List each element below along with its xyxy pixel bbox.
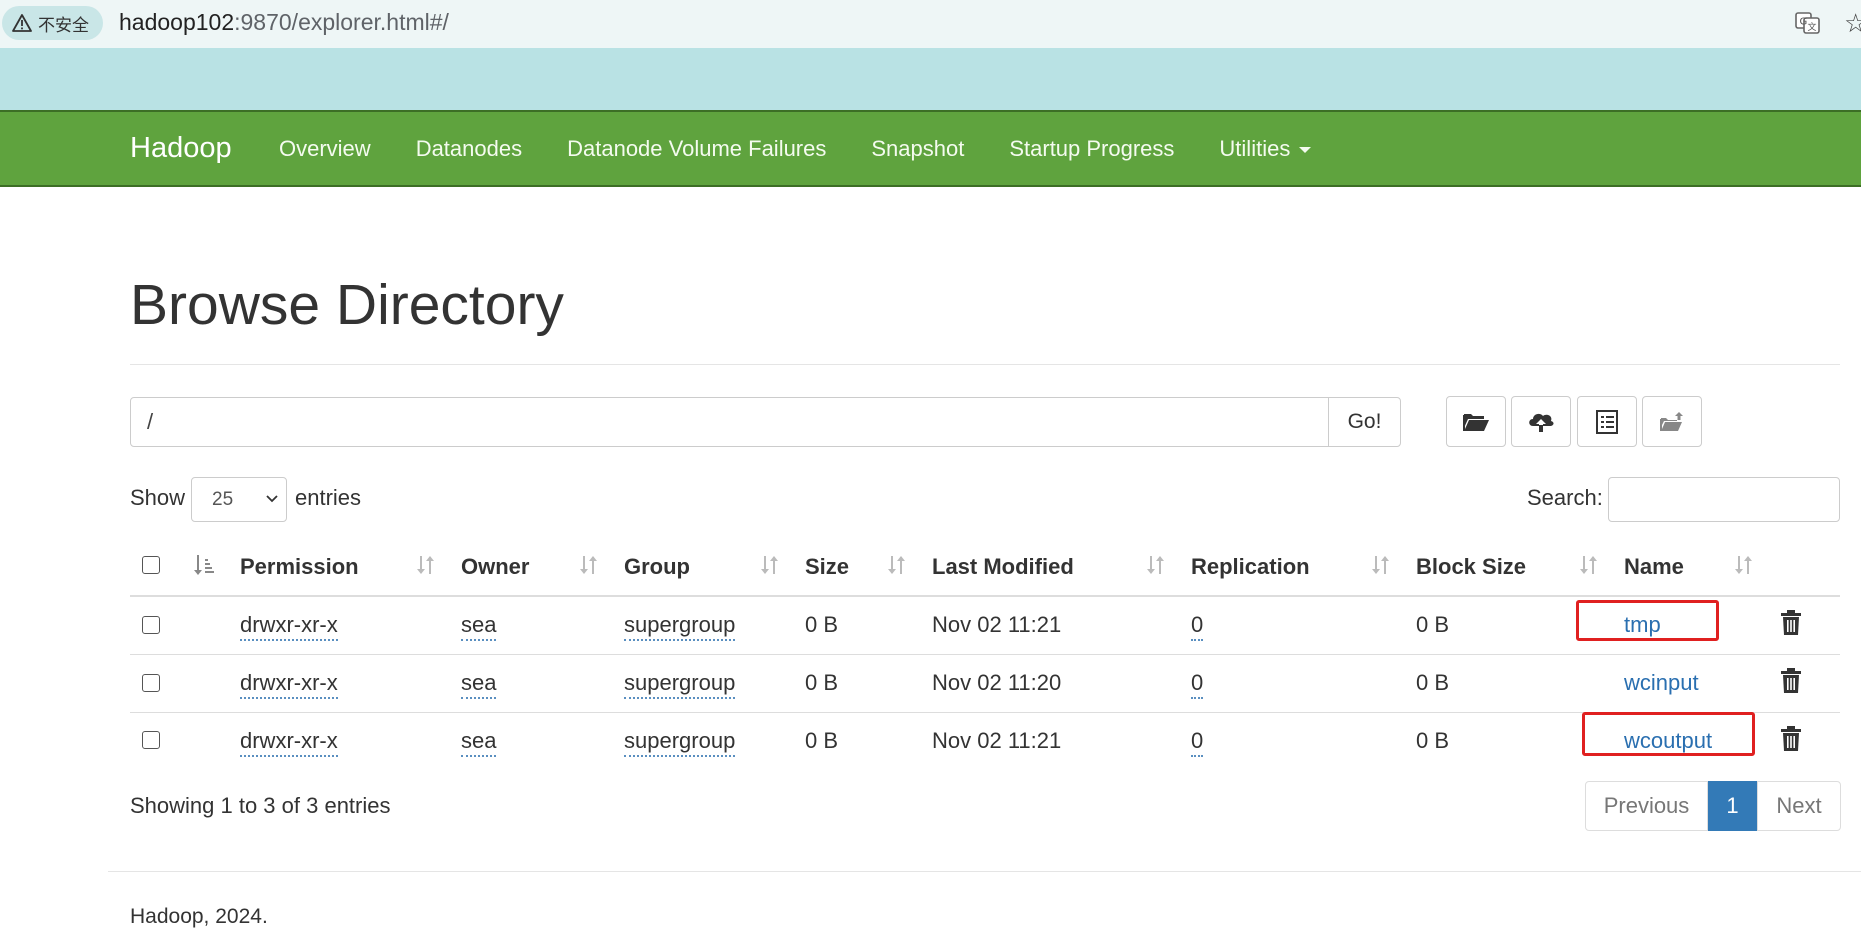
directory-link-wcinput[interactable]: wcinput [1624, 670, 1699, 696]
url-host: hadoop102 [119, 9, 235, 35]
url-path: :9870/explorer.html#/ [234, 9, 449, 35]
bookmark-star-icon[interactable]: ☆ [1844, 8, 1861, 39]
url-text[interactable]: hadoop102:9870/explorer.html#/ [119, 9, 449, 36]
table-header-divider [130, 595, 1840, 597]
warning-icon [12, 14, 32, 32]
size-cell: 0 B [805, 612, 839, 637]
permission-cell[interactable]: drwxr-xr-x [240, 612, 338, 641]
sort-icon[interactable] [887, 553, 907, 577]
create-directory-button[interactable] [1446, 396, 1506, 447]
show-label: Show [130, 485, 186, 510]
folder-move-icon [1660, 411, 1683, 431]
replication-cell[interactable]: 0 [1191, 728, 1204, 757]
search-input[interactable] [1608, 477, 1840, 522]
group-cell[interactable]: supergroup [624, 728, 736, 757]
column-header-permission[interactable]: Permission [240, 554, 359, 580]
sort-icon[interactable] [1146, 553, 1166, 577]
svg-text:G: G [1800, 17, 1808, 28]
security-label: 不安全 [38, 15, 89, 35]
permission-cell[interactable]: drwxr-xr-x [240, 728, 338, 757]
nav-utilities-label: Utilities [1219, 136, 1291, 161]
row-checkbox[interactable] [142, 731, 160, 749]
column-header-owner[interactable]: Owner [461, 554, 529, 580]
entries-per-page-select[interactable]: 25 [191, 477, 287, 522]
replication-cell[interactable]: 0 [1191, 670, 1204, 699]
sort-icon[interactable] [760, 553, 780, 577]
modified-cell: Nov 02 11:21 [932, 728, 1062, 753]
folder-open-icon [1463, 413, 1489, 431]
directory-path-input[interactable] [130, 397, 1329, 447]
select-all-checkbox[interactable] [142, 556, 160, 574]
column-header-name[interactable]: Name [1624, 554, 1684, 580]
sort-icon[interactable] [1734, 553, 1754, 577]
upload-files-button[interactable] [1511, 396, 1571, 447]
entries-select-value: 25 [212, 488, 234, 510]
trash-icon[interactable] [1780, 610, 1802, 636]
column-header-replication[interactable]: Replication [1191, 554, 1310, 580]
owner-cell[interactable]: sea [461, 728, 497, 757]
trash-icon[interactable] [1780, 668, 1802, 694]
modified-cell: Nov 02 11:21 [932, 612, 1062, 637]
sort-icon[interactable] [1579, 553, 1599, 577]
cut-paste-button[interactable] [1577, 396, 1637, 447]
nav-links: Overview Datanodes Datanode Volume Failu… [279, 136, 1312, 162]
search-label: Search: [1527, 485, 1603, 510]
block-size-cell: 0 B [1416, 728, 1450, 753]
column-header-group[interactable]: Group [624, 554, 690, 580]
nav-datanodes[interactable]: Datanodes [416, 136, 522, 162]
row-checkbox[interactable] [142, 674, 160, 692]
footer-divider [108, 871, 1861, 872]
sort-icon[interactable] [579, 553, 599, 577]
sort-amount-icon[interactable] [194, 553, 214, 577]
nav-snapshot[interactable]: Snapshot [871, 136, 964, 162]
sort-icon[interactable] [1371, 553, 1391, 577]
previous-page-button[interactable]: Previous [1585, 781, 1708, 831]
list-alt-icon [1596, 409, 1618, 434]
entries-label: entries [295, 485, 362, 510]
address-bar[interactable]: 不安全 hadoop102:9870/explorer.html#/ G 文 ☆ [0, 0, 1861, 48]
replication-cell[interactable]: 0 [1191, 612, 1204, 641]
top-navbar: Hadoop Overview Datanodes Datanode Volum… [0, 110, 1861, 187]
cloud-upload-icon [1529, 413, 1554, 432]
caret-down-icon [1299, 147, 1312, 154]
owner-cell[interactable]: sea [461, 670, 497, 699]
owner-cell[interactable]: sea [461, 612, 497, 641]
svg-text:文: 文 [1808, 21, 1817, 33]
pagination: Previous 1 Next [1585, 781, 1841, 831]
block-size-cell: 0 B [1416, 670, 1450, 695]
permission-cell[interactable]: drwxr-xr-x [240, 670, 338, 699]
page-1-button[interactable]: 1 [1708, 781, 1757, 831]
row-checkbox[interactable] [142, 616, 160, 634]
go-button[interactable]: Go! [1328, 397, 1401, 447]
next-page-button[interactable]: Next [1757, 781, 1841, 831]
size-cell: 0 B [805, 728, 839, 753]
block-size-cell: 0 B [1416, 612, 1450, 637]
group-cell[interactable]: supergroup [624, 612, 736, 641]
highlight-box [1582, 712, 1755, 756]
modified-cell: Nov 02 11:20 [932, 670, 1062, 695]
group-cell[interactable]: supergroup [624, 670, 736, 699]
trash-icon[interactable] [1780, 726, 1802, 752]
footer-text: Hadoop, 2024. [130, 905, 268, 928]
column-header-size[interactable]: Size [805, 554, 849, 580]
nav-utilities-dropdown[interactable]: Utilities [1219, 136, 1312, 162]
sort-icon[interactable] [416, 553, 436, 577]
column-header-last-modified[interactable]: Last Modified [932, 554, 1074, 580]
row-divider [130, 654, 1840, 655]
column-header-block-size[interactable]: Block Size [1416, 554, 1526, 580]
navbar-brand[interactable]: Hadoop [130, 132, 232, 165]
chevron-down-icon [266, 495, 278, 503]
security-badge[interactable]: 不安全 [2, 6, 103, 40]
page-title: Browse Directory [130, 273, 564, 337]
table-info: Showing 1 to 3 of 3 entries [130, 793, 391, 818]
translate-icon[interactable]: G 文 [1795, 10, 1821, 36]
nav-datanode-volume-failures[interactable]: Datanode Volume Failures [567, 136, 826, 162]
nav-overview[interactable]: Overview [279, 136, 371, 162]
size-cell: 0 B [805, 670, 839, 695]
nav-startup-progress[interactable]: Startup Progress [1009, 136, 1174, 162]
title-divider [130, 364, 1840, 365]
highlight-box [1576, 600, 1719, 641]
move-button[interactable] [1642, 396, 1702, 447]
